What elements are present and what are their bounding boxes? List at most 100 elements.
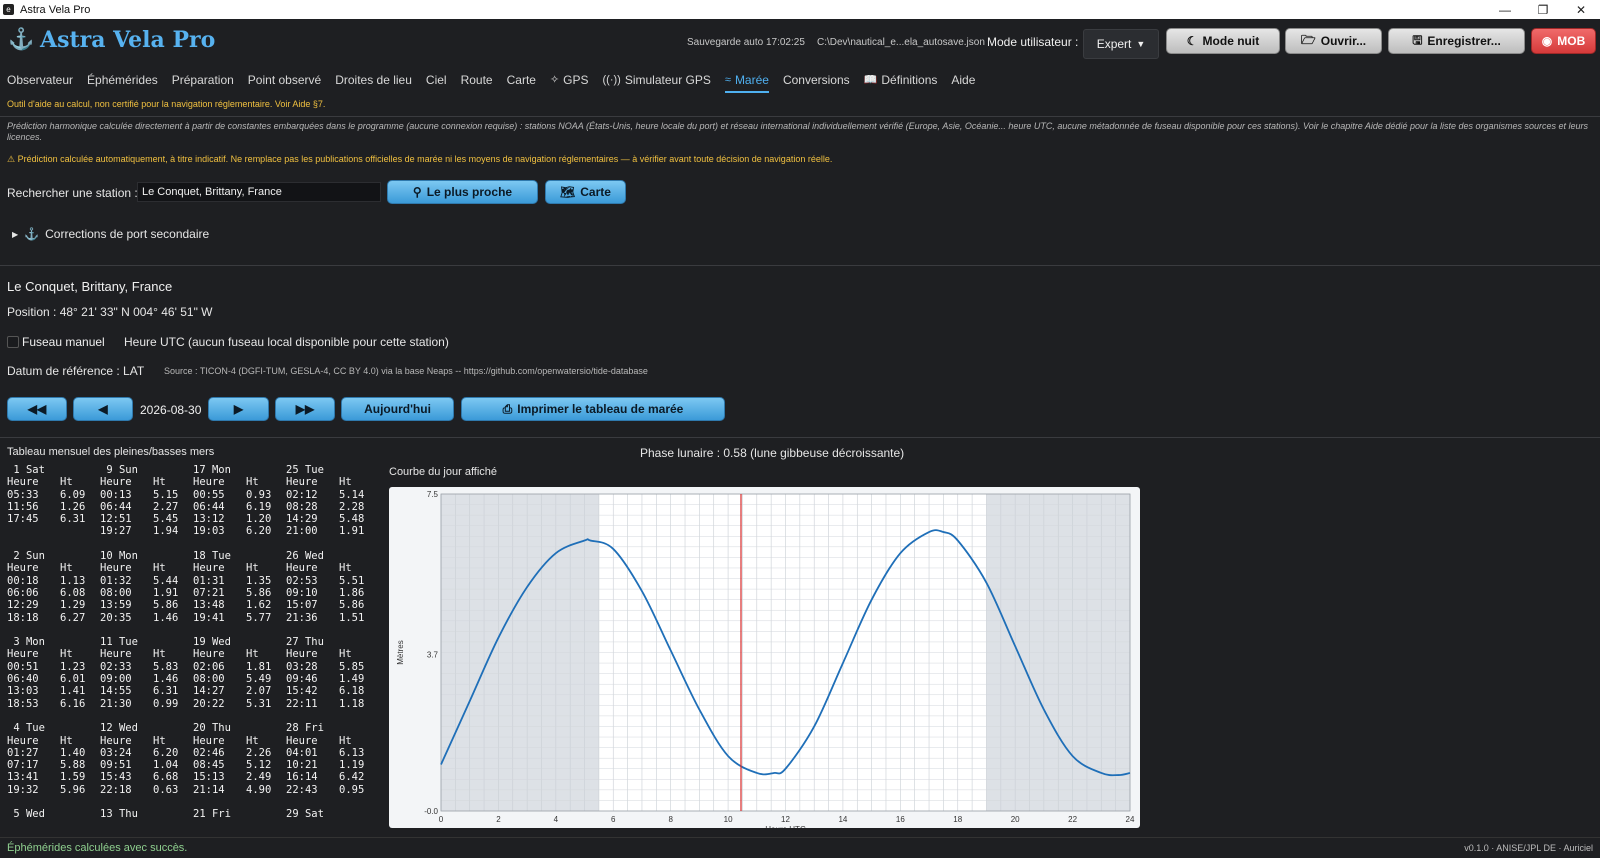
tab-label: Éphémérides [87, 72, 158, 87]
tide-time: 01:31 [193, 574, 225, 587]
tab-ephemerides[interactable]: Éphémérides [87, 65, 158, 95]
close-icon[interactable]: ✕ [1562, 0, 1600, 19]
tide-time: 18:18 [7, 611, 39, 624]
book-icon: 📖 [863, 74, 878, 86]
tide-time: 01:27 [7, 746, 39, 759]
tide-height: 1.20 [246, 513, 272, 526]
chart-title: Courbe du jour affiché [389, 466, 498, 478]
tab-label: Marée [734, 72, 769, 87]
tab-label: Route [460, 72, 493, 87]
tab-preparation[interactable]: Préparation [172, 65, 234, 95]
tide-time: 15:13 [193, 771, 225, 784]
tab-conversions[interactable]: Conversions [783, 65, 850, 95]
map-button[interactable]: 🗺 Carte [545, 180, 626, 204]
tide-height: 2.07 [246, 685, 272, 698]
mob-button[interactable]: ◉ MOB [1531, 28, 1596, 54]
tide-height: 1.26 [60, 500, 86, 513]
col-ht-header: Ht [153, 648, 166, 661]
col-heure-header: Heure [100, 562, 132, 575]
app-logo: ⚓ Astra Vela Pro [8, 27, 215, 53]
tide-time: 21:30 [100, 697, 132, 710]
day-title: 11 Tue [100, 636, 138, 649]
tab-label: Simulateur GPS [624, 72, 711, 87]
nearest-station-button[interactable]: ⚲ Le plus proche [387, 180, 538, 204]
day-title: 3 Mon [7, 636, 45, 649]
double-chevron-left-icon: ◀◀ [27, 402, 47, 416]
tide-time: 06:44 [193, 500, 225, 513]
tide-height: 2.27 [153, 500, 179, 513]
tide-height: 1.23 [60, 660, 86, 673]
day-title: 1 Sat [7, 464, 45, 476]
manual-timezone-label: Fuseau manuel [22, 335, 105, 349]
nearest-station-label: Le plus proche [426, 185, 513, 199]
tide-prediction-note: Prédiction harmonique calculée directeme… [7, 121, 1589, 142]
night-mode-button[interactable]: ☾ Mode nuit [1166, 28, 1280, 54]
prev-month-button[interactable]: ◀◀ [7, 397, 67, 421]
tide-height: 0.95 [339, 783, 365, 796]
manual-timezone-checkbox[interactable] [7, 336, 19, 348]
tab-point-observe[interactable]: Point observé [248, 65, 321, 95]
user-mode-select[interactable]: Expert ▼ [1083, 29, 1159, 59]
tab-label: GPS [563, 72, 589, 87]
tab-observateur[interactable]: Observateur [7, 65, 73, 95]
tab-label: Observateur [7, 72, 74, 87]
tide-table-row: 2 Sun 10 Mon 18 Tue 26 Wed [7, 550, 379, 562]
tide-height: 5.49 [246, 673, 272, 686]
tide-height: 1.91 [339, 525, 365, 538]
station-search-input[interactable] [137, 182, 381, 202]
day-title: 4 Tue [7, 722, 45, 735]
tide-table-row: 11:56 1.26 06:44 2.27 06:44 6.19 08:28 2.28 [7, 501, 379, 513]
tab-definitions[interactable]: 📖 Définitions [864, 65, 938, 95]
x-tick-label: 10 [724, 815, 733, 824]
tide-time: 08:00 [100, 586, 132, 599]
tab-ciel[interactable]: Ciel [426, 65, 447, 95]
minimize-icon[interactable]: — [1486, 0, 1524, 19]
today-button[interactable]: Aujourd'hui [341, 397, 454, 421]
tide-time: 07:21 [193, 586, 225, 599]
restore-icon[interactable]: ❐ [1524, 0, 1562, 19]
y-tick-label: 7.5 [427, 490, 439, 499]
tide-time: 13:41 [7, 771, 39, 784]
col-ht-header: Ht [60, 562, 73, 575]
tab-carte[interactable]: Carte [507, 65, 536, 95]
tide-time: 09:46 [286, 673, 318, 686]
tide-time: 21:00 [286, 525, 318, 538]
y-axis-label: Mètres [396, 640, 405, 664]
tide-time: 12:51 [100, 513, 132, 526]
save-button[interactable]: 🖫 Enregistrer... [1388, 28, 1525, 54]
next-day-button[interactable]: ▶ [208, 397, 269, 421]
tab-simulateur-gps[interactable]: ((·)) Simulateur GPS [603, 65, 711, 95]
tide-table-row: 3 Mon 11 Tue 19 Wed 27 Thu [7, 636, 379, 648]
tab-maree[interactable]: ≈ Marée [724, 65, 770, 95]
tide-time: 19:03 [193, 525, 225, 538]
tab-label: Aide [951, 72, 976, 87]
col-ht-header: Ht [246, 562, 259, 575]
tab-droites-de-lieu[interactable]: Droites de lieu [335, 65, 412, 95]
night-mode-label: Mode nuit [1202, 34, 1260, 48]
open-button[interactable]: 🗁 Ouvrir... [1285, 28, 1382, 54]
chevron-down-icon: ▼ [1136, 39, 1146, 49]
day-title: 27 Thu [286, 636, 324, 649]
col-heure-header: Heure [286, 648, 318, 661]
prev-day-button[interactable]: ◀ [73, 397, 133, 421]
col-heure-header: Heure [7, 734, 39, 747]
tide-table-block: 2 Sun 10 Mon 18 Tue 26 Wed Heure Ht Heure Ht Heu… [7, 550, 379, 624]
tide-height: 0.99 [153, 697, 179, 710]
data-source: Source : TICON-4 (DGFI-TUM, GESLA-4, CC … [164, 366, 648, 376]
tide-time: 15:42 [286, 685, 318, 698]
tide-time: 01:32 [100, 574, 132, 587]
tide-time: 09:00 [100, 673, 132, 686]
tide-table-row: 12:29 1.29 13:59 5.86 13:48 1.62 15:07 5.86 [7, 599, 379, 611]
tab-gps[interactable]: ✧ GPS [550, 65, 589, 95]
tab-aide[interactable]: Aide [951, 65, 975, 95]
divider [0, 437, 1600, 438]
print-tide-table-button[interactable]: ⎙ Imprimer le tableau de marée [461, 397, 725, 421]
tide-time: 02:06 [193, 660, 225, 673]
tide-time: 14:55 [100, 685, 132, 698]
secondary-port-corrections-toggle[interactable]: ▶ ⚓ Corrections de port secondaire [12, 227, 209, 241]
next-month-button[interactable]: ▶▶ [275, 397, 335, 421]
tide-time: 21:36 [286, 611, 318, 624]
target-icon: ◉ [1541, 34, 1553, 48]
tide-table-row: 4 Tue 12 Wed 20 Thu 28 Fri [7, 722, 379, 734]
tab-route[interactable]: Route [461, 65, 493, 95]
